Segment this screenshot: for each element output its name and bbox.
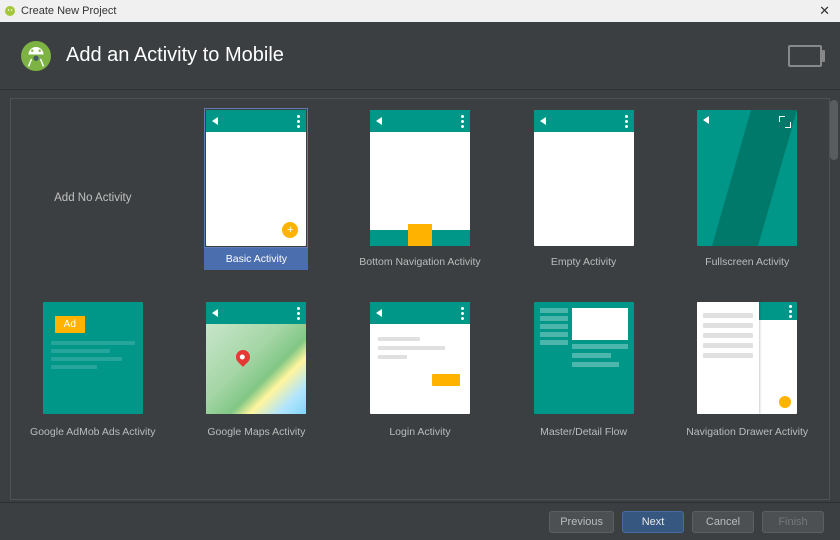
back-arrow-icon: [212, 117, 218, 125]
window-title: Create New Project: [21, 5, 116, 17]
back-arrow-icon: [376, 117, 382, 125]
template-label: Navigation Drawer Activity: [686, 416, 808, 438]
template-basic-activity[interactable]: + Basic Activity: [178, 104, 336, 290]
back-arrow-icon: [703, 116, 709, 124]
finish-button[interactable]: Finish: [762, 511, 824, 533]
template-add-no-activity[interactable]: Add No Activity: [14, 104, 172, 290]
back-arrow-icon: [212, 309, 218, 317]
page-title: Add an Activity to Mobile: [66, 44, 284, 67]
template-fullscreen-activity[interactable]: Fullscreen Activity: [668, 104, 826, 290]
next-button[interactable]: Next: [622, 511, 684, 533]
template-label: Master/Detail Flow: [540, 416, 627, 438]
back-arrow-icon: [540, 117, 546, 125]
previous-button[interactable]: Previous: [549, 511, 614, 533]
template-google-maps-activity[interactable]: Google Maps Activity: [178, 296, 336, 440]
android-studio-icon: [4, 5, 16, 17]
template-bottom-navigation[interactable]: Bottom Navigation Activity: [341, 104, 499, 290]
titlebar: Create New Project ✕: [0, 0, 840, 22]
template-label: Google Maps Activity: [207, 416, 305, 438]
overflow-menu-icon: [297, 115, 300, 128]
template-label: Basic Activity: [204, 248, 308, 270]
overflow-menu-icon: [297, 307, 300, 320]
fab-icon: [779, 396, 791, 408]
fullscreen-expand-icon: [779, 116, 791, 128]
map-pin-icon: [233, 347, 253, 367]
template-label: Bottom Navigation Activity: [359, 248, 480, 268]
back-arrow-icon: [376, 309, 382, 317]
template-master-detail-flow[interactable]: Master/Detail Flow: [505, 296, 663, 440]
wizard-footer: Previous Next Cancel Finish: [0, 502, 840, 540]
template-gallery: Add No Activity + Basic Activity Bottom …: [0, 90, 840, 502]
overflow-menu-icon: [789, 305, 792, 318]
fab-icon: +: [282, 222, 298, 238]
template-label: Fullscreen Activity: [705, 248, 789, 268]
template-admob-activity[interactable]: Ad Google AdMob Ads Activity: [14, 296, 172, 440]
template-label: Google AdMob Ads Activity: [30, 416, 156, 438]
overflow-menu-icon: [461, 307, 464, 320]
template-navigation-drawer-activity[interactable]: Navigation Drawer Activity: [668, 296, 826, 440]
overflow-menu-icon: [461, 115, 464, 128]
template-label: Empty Activity: [551, 248, 616, 268]
form-factor-icon: [788, 45, 822, 67]
template-label: Add No Activity: [54, 108, 131, 288]
overflow-menu-icon: [625, 115, 628, 128]
close-icon[interactable]: ✕: [813, 3, 836, 19]
cancel-button[interactable]: Cancel: [692, 511, 754, 533]
template-empty-activity[interactable]: Empty Activity: [505, 104, 663, 290]
scrollbar[interactable]: [830, 100, 838, 160]
template-login-activity[interactable]: Login Activity: [341, 296, 499, 440]
ad-badge: Ad: [55, 316, 85, 333]
template-label: Login Activity: [389, 416, 450, 438]
android-studio-logo-icon: [18, 38, 54, 74]
wizard-header: Add an Activity to Mobile: [0, 22, 840, 90]
